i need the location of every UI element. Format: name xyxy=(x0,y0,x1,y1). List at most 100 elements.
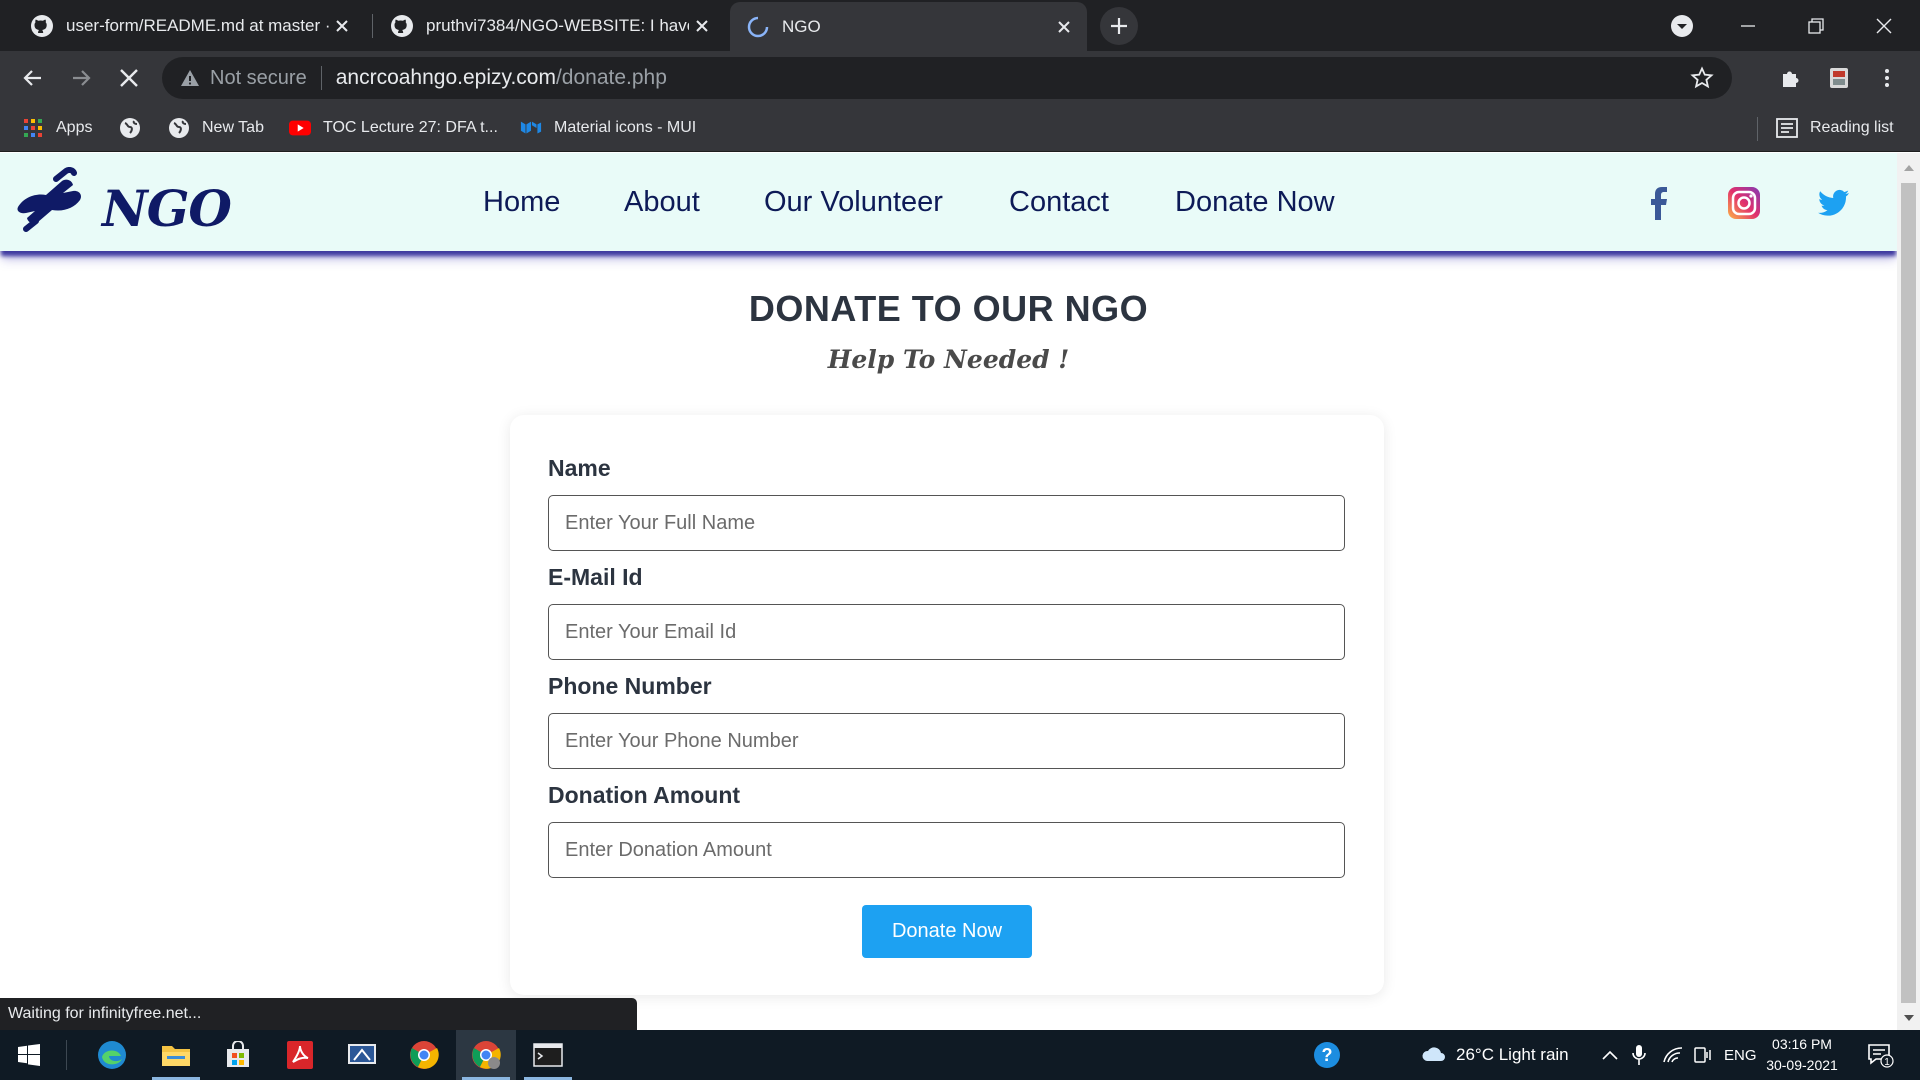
start-button[interactable] xyxy=(0,1030,58,1080)
volume-tray-icon[interactable] xyxy=(1694,1030,1712,1080)
show-hidden-icons-button[interactable] xyxy=(1602,1030,1618,1080)
instagram-icon[interactable] xyxy=(1726,185,1762,221)
phone-input[interactable] xyxy=(548,713,1345,769)
close-icon[interactable] xyxy=(1051,14,1077,40)
microphone-tray-icon[interactable] xyxy=(1632,1030,1646,1080)
globe-icon xyxy=(168,117,190,139)
taskbar-chrome[interactable] xyxy=(394,1030,454,1080)
mui-icon xyxy=(520,117,542,139)
bookmark-star-icon[interactable] xyxy=(1690,66,1714,90)
chrome-icon xyxy=(410,1041,439,1069)
reading-list-label: Reading list xyxy=(1810,119,1894,136)
donate-now-button[interactable]: Donate Now xyxy=(862,905,1032,958)
name-input[interactable] xyxy=(548,495,1345,551)
browser-toolbar: Not secure ancrcoahngo.epizy.com/donate.… xyxy=(0,51,1920,105)
security-label[interactable]: Not secure xyxy=(210,67,307,90)
rain-cloud-icon xyxy=(1422,1047,1445,1061)
clock-date: 30-09-2021 xyxy=(1766,1057,1838,1073)
bookmark-new-tab[interactable]: New Tab xyxy=(168,105,264,151)
logo-text: NGO xyxy=(102,179,232,238)
nav-donate-now[interactable]: Donate Now xyxy=(1175,186,1335,219)
taskbar-acrobat[interactable] xyxy=(270,1030,330,1080)
tab-search-button[interactable] xyxy=(1652,0,1712,51)
donation-amount-input[interactable] xyxy=(548,822,1345,878)
taskbar-snipping-tool[interactable] xyxy=(332,1030,392,1080)
minimize-button[interactable] xyxy=(1718,0,1778,51)
puzzle-icon xyxy=(1783,71,1799,87)
donation-amount-label: Donation Amount xyxy=(548,782,741,808)
acrobat-icon xyxy=(287,1041,313,1069)
url-host: ancrcoahngo.epizy.com xyxy=(335,66,556,89)
forward-button[interactable] xyxy=(66,63,96,93)
stop-loading-button[interactable] xyxy=(114,63,144,93)
tab-ngo[interactable]: NGO xyxy=(730,2,1087,51)
language-indicator[interactable]: ENG xyxy=(1724,1030,1757,1080)
email-input[interactable] xyxy=(548,604,1345,660)
apps-grid-icon xyxy=(22,117,44,139)
taskbar-store[interactable] xyxy=(208,1030,268,1080)
twitter-icon[interactable] xyxy=(1816,185,1852,221)
nav-contact[interactable]: Contact xyxy=(1009,186,1109,219)
facebook-icon[interactable] xyxy=(1640,185,1676,221)
back-button[interactable] xyxy=(18,63,48,93)
weather-text: 26°C Light rain xyxy=(1456,1045,1569,1064)
notification-icon: 1 xyxy=(1868,1044,1894,1068)
wifi-icon xyxy=(1663,1047,1683,1063)
restore-button[interactable] xyxy=(1786,0,1846,51)
taskbar-edge[interactable] xyxy=(82,1030,142,1080)
close-icon xyxy=(1876,18,1892,33)
taskbar-chrome-active[interactable] xyxy=(456,1030,516,1080)
scroll-down-arrow-icon[interactable] xyxy=(1897,1010,1920,1026)
minimize-icon xyxy=(1741,24,1755,27)
bookmark-globe[interactable] xyxy=(119,105,153,151)
tab-title: pruthvi7384/NGO-WEBSITE: I have c xyxy=(426,15,689,35)
tab-readme[interactable]: user-form/README.md at master · p xyxy=(0,0,365,51)
microphone-icon xyxy=(1632,1045,1646,1065)
bookmark-material-icons[interactable]: Material icons - MUI xyxy=(520,105,696,151)
profile-avatar[interactable] xyxy=(1826,65,1852,91)
help-tray-icon[interactable]: ? xyxy=(1312,1030,1342,1080)
bookmark-label: TOC Lecture 27: DFA t... xyxy=(323,119,498,136)
taskbar-file-explorer[interactable] xyxy=(146,1030,206,1080)
scroll-thumb[interactable] xyxy=(1901,183,1916,1003)
tab-strip: user-form/README.md at master · p pruthv… xyxy=(0,0,1920,51)
edge-icon xyxy=(98,1041,126,1069)
network-tray-icon[interactable] xyxy=(1662,1030,1684,1080)
nav-our-volunteer[interactable]: Our Volunteer xyxy=(764,186,943,219)
bookmark-toc-lecture[interactable]: TOC Lecture 27: DFA t... xyxy=(289,105,498,151)
site-logo[interactable]: NGO xyxy=(14,167,232,238)
windows-logo-icon xyxy=(18,1044,40,1066)
page-title: DONATE TO OUR NGO xyxy=(748,288,1149,329)
taskbar-divider xyxy=(66,1040,67,1070)
notifications-button[interactable]: 1 xyxy=(1866,1030,1894,1080)
windows-taskbar: ? 26°C Light rain ENG 03:16 PM 30-09-202… xyxy=(0,1030,1920,1080)
clock[interactable]: 03:16 PM 30-09-2021 xyxy=(1754,1034,1850,1076)
bookmark-apps[interactable]: Apps xyxy=(22,105,92,151)
window-close-button[interactable] xyxy=(1854,0,1914,51)
nav-about[interactable]: About xyxy=(624,186,700,219)
loading-spinner-icon xyxy=(747,16,769,37)
weather-widget[interactable]: 26°C Light rain xyxy=(1420,1030,1569,1080)
extensions-button[interactable] xyxy=(1778,65,1804,91)
close-icon[interactable] xyxy=(329,13,355,39)
chrome-menu-button[interactable] xyxy=(1874,65,1900,91)
page-scrollbar[interactable] xyxy=(1897,153,1920,1030)
new-tab-button[interactable] xyxy=(1100,7,1138,45)
reading-list-button[interactable]: Reading list xyxy=(1776,105,1894,151)
tab-ngo-website[interactable]: pruthvi7384/NGO-WEBSITE: I have c xyxy=(360,0,725,51)
folder-icon xyxy=(162,1046,190,1066)
bookmark-label: Apps xyxy=(56,119,93,136)
nav-home[interactable]: Home xyxy=(483,186,560,219)
notification-count: 1 xyxy=(1884,1057,1890,1068)
site-header: NGO Home About Our Volunteer Contact Don… xyxy=(0,153,1897,251)
address-bar[interactable]: Not secure ancrcoahngo.epizy.com/donate.… xyxy=(162,57,1732,99)
taskbar-terminal[interactable] xyxy=(518,1030,578,1080)
plus-icon xyxy=(1111,18,1127,34)
url-path: /donate.php xyxy=(555,66,667,89)
bookmark-label: Material icons - MUI xyxy=(554,119,697,136)
close-icon[interactable] xyxy=(689,13,715,39)
name-label: Name xyxy=(548,455,611,481)
scroll-up-arrow-icon[interactable] xyxy=(1897,159,1920,175)
bookmarks-separator xyxy=(1757,117,1758,141)
chevron-up-icon xyxy=(1602,1050,1618,1060)
